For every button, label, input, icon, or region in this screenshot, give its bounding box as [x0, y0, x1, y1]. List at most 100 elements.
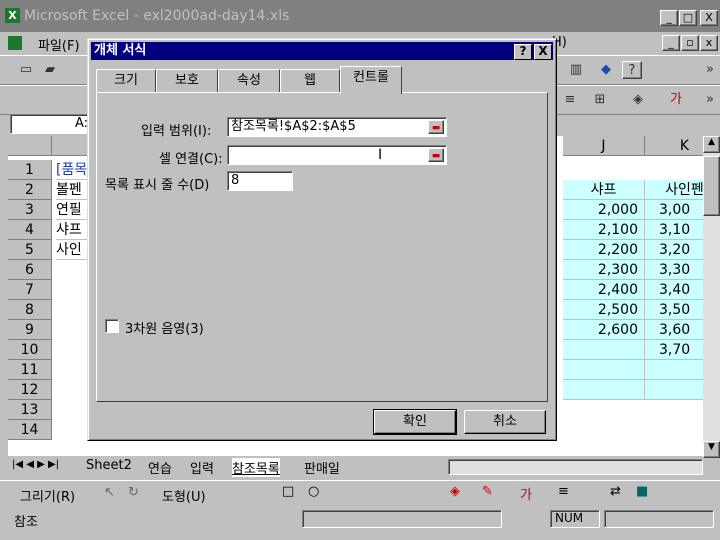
- window-title: Microsoft Excel - exl2000ad-day14.xls: [24, 8, 290, 24]
- row-header[interactable]: 14: [8, 420, 52, 440]
- rotate-icon[interactable]: ↻: [128, 485, 139, 500]
- scroll-up-icon[interactable]: ▲: [703, 136, 720, 153]
- row-header[interactable]: 8: [8, 300, 52, 320]
- col-header-k[interactable]: K: [645, 136, 703, 156]
- cell-k[interactable]: 3,20: [645, 240, 703, 260]
- sheet-tab[interactable]: 판매일: [304, 458, 340, 477]
- arrow-style-icon[interactable]: ⇄: [610, 484, 621, 499]
- cell-k[interactable]: 3,60: [645, 320, 703, 340]
- control-tab-panel: 입력 범위(I): 참조목록!$A$2:$A$5 ▬ 셀 연결(C): I ▬ …: [96, 92, 548, 402]
- cell-j[interactable]: 2,000: [563, 200, 645, 220]
- autoshapes-menu[interactable]: 도형(U): [162, 486, 206, 505]
- cell-link-field[interactable]: I ▬: [227, 145, 447, 165]
- tab-size[interactable]: 크기: [96, 69, 156, 93]
- map-icon[interactable]: ◆: [596, 61, 616, 79]
- help-icon[interactable]: ?: [622, 61, 642, 79]
- row-header[interactable]: 7: [8, 280, 52, 300]
- select-all-corner[interactable]: [8, 136, 52, 156]
- dialog-help-button[interactable]: ?: [514, 44, 532, 60]
- cell-j[interactable]: 2,100: [563, 220, 645, 240]
- sheet-tab[interactable]: 입력: [190, 458, 214, 477]
- line-color-icon[interactable]: ✎: [482, 484, 493, 499]
- menu-file[interactable]: 파일(F): [38, 35, 80, 54]
- sheet-tab[interactable]: 연습: [148, 458, 172, 477]
- cell-k[interactable]: 3,10: [645, 220, 703, 240]
- maximize-button[interactable]: □: [679, 10, 697, 26]
- row-header[interactable]: 11: [8, 360, 52, 380]
- borders-icon[interactable]: ⊞: [590, 91, 610, 109]
- cell-j[interactable]: 2,400: [563, 280, 645, 300]
- font-color-icon[interactable]: 가: [666, 91, 686, 109]
- font-color-icon[interactable]: 가: [520, 484, 532, 503]
- format-object-dialog: 개체 서식 ? X 크기 보호 속성 웹 컨트롤 입력 범위(I): 참조목록!…: [87, 38, 557, 441]
- cell-k[interactable]: 3,40: [645, 280, 703, 300]
- chart-icon[interactable]: ▥: [566, 61, 586, 79]
- cell-k[interactable]: 3,00: [645, 200, 703, 220]
- cell-k[interactable]: [645, 380, 703, 400]
- doc-minimize-button[interactable]: _: [662, 35, 680, 51]
- status-text: 참조: [14, 515, 38, 530]
- row-header[interactable]: 12: [8, 380, 52, 400]
- doc-close-button[interactable]: x: [700, 35, 718, 51]
- tab-protection[interactable]: 보호: [156, 69, 218, 93]
- open-icon[interactable]: ▰: [40, 61, 60, 79]
- vertical-scrollbar[interactable]: ▲ ▼: [703, 136, 720, 458]
- ok-button[interactable]: 확인: [373, 409, 457, 435]
- cancel-button[interactable]: 취소: [464, 410, 546, 434]
- cell-k[interactable]: [645, 360, 703, 380]
- cell-j[interactable]: [563, 340, 645, 360]
- oval-icon[interactable]: ○: [308, 484, 319, 499]
- sheet-tab-active[interactable]: 참조목록: [232, 458, 280, 477]
- fill-color-icon[interactable]: ◈: [628, 91, 648, 109]
- tab-nav-icons[interactable]: |◀ ◀ ▶ ▶|: [12, 459, 59, 470]
- new-icon[interactable]: ▭: [16, 61, 36, 79]
- cell-k[interactable]: 3,30: [645, 260, 703, 280]
- row-header[interactable]: 10: [8, 340, 52, 360]
- input-range-field[interactable]: 참조목록!$A$2:$A$5 ▬: [227, 117, 447, 137]
- rectangle-icon[interactable]: □: [282, 484, 294, 499]
- more-icon-2[interactable]: »: [700, 91, 720, 109]
- row-header[interactable]: 6: [8, 260, 52, 280]
- drop-lines-field[interactable]: 8: [227, 171, 293, 191]
- draw-menu[interactable]: 그리기(R): [20, 486, 75, 505]
- cell-j[interactable]: [563, 380, 645, 400]
- select-arrow-icon[interactable]: ↖: [104, 485, 115, 500]
- collapse-dialog-icon[interactable]: ▬: [428, 120, 444, 134]
- horizontal-scrollbar[interactable]: [448, 459, 703, 475]
- row-header[interactable]: 4: [8, 220, 52, 240]
- minimize-button[interactable]: _: [660, 10, 678, 26]
- cell-j[interactable]: 2,200: [563, 240, 645, 260]
- scroll-down-icon[interactable]: ▼: [703, 441, 720, 458]
- cell-j[interactable]: 2,500: [563, 300, 645, 320]
- more-icon[interactable]: »: [700, 61, 720, 79]
- row-header[interactable]: 5: [8, 240, 52, 260]
- cell-k[interactable]: 3,70: [645, 340, 703, 360]
- tab-web[interactable]: 웹: [280, 69, 340, 93]
- row-header[interactable]: 1: [8, 160, 52, 180]
- close-button[interactable]: X: [700, 10, 718, 26]
- cell-k[interactable]: 3,50: [645, 300, 703, 320]
- shadow-icon[interactable]: ■: [636, 484, 648, 499]
- collapse-dialog-icon[interactable]: ▬: [428, 148, 444, 162]
- cell-j[interactable]: [563, 360, 645, 380]
- row-header[interactable]: 9: [8, 320, 52, 340]
- fill-color-icon[interactable]: ◈: [450, 484, 460, 499]
- tab-control[interactable]: 컨트롤: [340, 66, 402, 94]
- line-style-icon[interactable]: ≡: [558, 484, 569, 499]
- row-header[interactable]: 3: [8, 200, 52, 220]
- sheet-tab[interactable]: Sheet2: [86, 458, 132, 473]
- cell-j2[interactable]: 샤프: [563, 180, 645, 200]
- input-range-label: 입력 범위(I):: [141, 124, 212, 139]
- tab-properties[interactable]: 속성: [218, 69, 280, 93]
- row-header[interactable]: 13: [8, 400, 52, 420]
- row-header[interactable]: 2: [8, 180, 52, 200]
- scroll-thumb[interactable]: [703, 156, 720, 216]
- 3d-shading-checkbox[interactable]: [105, 319, 119, 333]
- col-header-j[interactable]: J: [563, 136, 645, 156]
- cell-j[interactable]: 2,600: [563, 320, 645, 340]
- indent-icon[interactable]: ≡: [560, 91, 580, 109]
- dialog-close-button[interactable]: X: [534, 44, 552, 60]
- cell-k2[interactable]: 사인펜: [645, 180, 703, 200]
- doc-restore-button[interactable]: ▫: [681, 35, 699, 51]
- cell-j[interactable]: 2,300: [563, 260, 645, 280]
